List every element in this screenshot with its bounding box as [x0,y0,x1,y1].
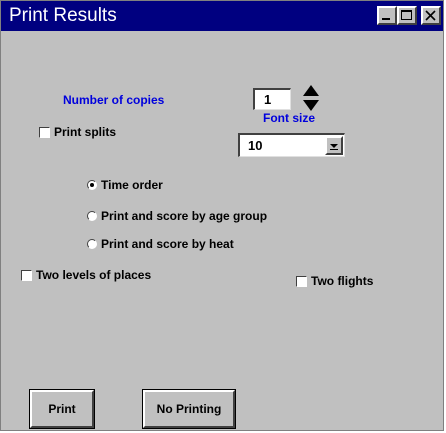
two-levels-label: Two levels of places [36,268,152,282]
title-bar[interactable]: Print Results [1,1,443,31]
two-levels-checkbox[interactable] [21,270,32,281]
font-size-select[interactable]: 10 [238,133,345,157]
radio-age-group-label: Print and score by age group [101,209,268,223]
font-size-dropdown-button[interactable] [325,136,343,155]
spin-up-icon[interactable] [303,85,319,96]
copies-label: Number of copies [63,93,165,107]
maximize-button[interactable] [397,6,417,25]
chevron-down-icon [330,144,338,150]
minimize-button[interactable] [377,6,397,25]
copies-spinner[interactable] [300,83,322,113]
print-button[interactable]: Print [29,389,95,429]
window-title: Print Results [9,5,117,26]
close-button[interactable] [421,6,441,25]
minimize-icon [382,18,390,20]
spin-down-icon[interactable] [303,100,319,111]
two-flights-label: Two flights [311,274,374,288]
radio-heat-label: Print and score by heat [101,237,234,251]
print-results-window: Print Results Number of copies 1 Font si… [0,0,444,431]
close-icon [425,10,436,21]
maximize-icon [401,10,412,20]
print-splits-label: Print splits [54,125,117,139]
radio-age-group[interactable] [87,211,97,221]
radio-heat[interactable] [87,239,97,249]
radio-time-order-label: Time order [101,178,163,192]
radio-time-order[interactable] [87,180,97,190]
copies-input[interactable]: 1 [253,88,291,110]
print-splits-checkbox[interactable] [39,127,50,138]
font-size-value: 10 [248,138,263,153]
no-printing-button[interactable]: No Printing [142,389,236,429]
font-size-label: Font size [263,111,316,125]
two-flights-checkbox[interactable] [296,276,307,287]
